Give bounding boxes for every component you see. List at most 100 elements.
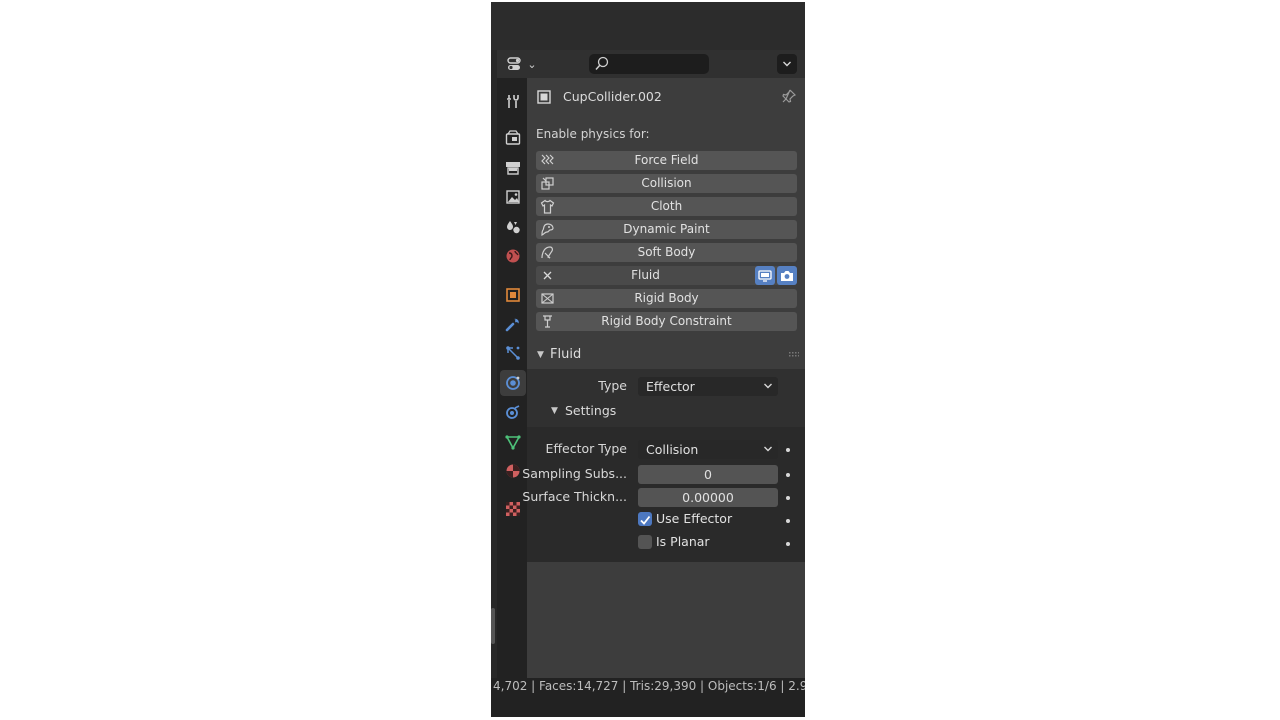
type-value: Effector: [646, 379, 695, 394]
tab-constraints[interactable]: [500, 399, 526, 425]
cloth-button[interactable]: Cloth: [536, 197, 797, 216]
physics-icon: [506, 376, 520, 390]
use-effector-label[interactable]: Use Effector: [656, 511, 732, 526]
effector-type-dropdown[interactable]: Collision: [638, 440, 778, 459]
view-layer-icon: [506, 190, 520, 204]
monitor-icon: [758, 269, 772, 282]
chevron-down-icon: [764, 446, 772, 452]
drag-handle-icon[interactable]: [789, 352, 799, 358]
pin-icon[interactable]: [781, 88, 797, 104]
rigid-body-constraint-label: Rigid Body Constraint: [601, 314, 732, 328]
type-label: Type: [598, 378, 627, 393]
properties-editor-icon: [507, 57, 522, 70]
fluid-visibility-toggles: [755, 266, 797, 285]
constraints-icon: [506, 405, 520, 419]
settings-subpanel-header[interactable]: ▼ Settings: [527, 399, 805, 427]
viewport-toggle[interactable]: [755, 266, 775, 285]
properties-header: ⌄: [497, 50, 805, 78]
material-icon: [506, 464, 520, 478]
object-context-row: CupCollider.002: [527, 78, 805, 116]
checkmark-icon: [640, 515, 651, 525]
chevron-down-icon: ⌄: [527, 57, 537, 71]
cloth-label: Cloth: [650, 199, 683, 213]
tab-tool[interactable]: [500, 88, 526, 114]
settings-title: Settings: [565, 403, 617, 418]
camera-icon: [781, 270, 793, 281]
tab-data[interactable]: [500, 429, 526, 455]
is-planar-checkbox[interactable]: [638, 535, 652, 549]
world-icon: [506, 249, 520, 263]
viewport-strip: [491, 2, 805, 50]
rigid-body-constraint-button[interactable]: Rigid Body Constraint: [536, 312, 797, 331]
tab-object[interactable]: [500, 282, 526, 308]
fluid-panel-title: Fluid: [550, 347, 582, 362]
options-dropdown-button[interactable]: [777, 54, 797, 74]
use-effector-checkbox[interactable]: [638, 512, 652, 526]
sampling-substeps-field[interactable]: 0: [638, 465, 778, 484]
keyframe-dot[interactable]: [786, 496, 790, 500]
object-name: CupCollider.002: [563, 89, 662, 104]
output-icon: [506, 162, 520, 175]
tool-icon: [507, 95, 519, 108]
collapse-triangle-icon: ▼: [551, 406, 558, 416]
status-bar: 4,702 | Faces:14,727 | Tris:29,390 | Obj…: [491, 678, 805, 717]
scene-icon: [507, 221, 520, 234]
effector-type-label: Effector Type: [545, 441, 627, 456]
effector-type-value: Collision: [646, 442, 699, 457]
collapse-triangle-icon: ▼: [537, 350, 544, 360]
enable-physics-label: Enable physics for:: [536, 127, 650, 141]
region-edge-handle[interactable]: [491, 608, 495, 644]
rigid-body-button[interactable]: Rigid Body: [536, 289, 797, 308]
render-toggle[interactable]: [777, 266, 797, 285]
force-field-button[interactable]: Force Field: [536, 151, 797, 170]
tab-scene[interactable]: [500, 214, 526, 240]
sampling-substeps-label: Sampling Subs...: [522, 466, 627, 481]
dynamic-paint-label: Dynamic Paint: [623, 222, 710, 236]
properties-editor: ⌄ CupCollider.002 Enable physics for: Fo…: [491, 2, 805, 717]
chevron-down-icon: [764, 383, 772, 389]
sampling-substeps-value: 0: [704, 467, 712, 482]
properties-tab-bar: [497, 78, 527, 678]
keyframe-dot[interactable]: [786, 448, 790, 452]
keyframe-dot[interactable]: [786, 473, 790, 477]
tab-world[interactable]: [500, 243, 526, 269]
tab-render[interactable]: [500, 125, 526, 151]
is-planar-label[interactable]: Is Planar: [656, 534, 710, 549]
type-dropdown[interactable]: Effector: [638, 377, 778, 396]
fluid-button[interactable]: Fluid: [536, 266, 797, 285]
object-icon: [537, 90, 551, 104]
search-icon: [595, 56, 609, 70]
soft-body-label: Soft Body: [637, 245, 696, 259]
chevron-down-icon: [783, 61, 791, 67]
dynamic-paint-button[interactable]: Dynamic Paint: [536, 220, 797, 239]
object-icon: [506, 288, 520, 302]
properties-content: CupCollider.002 Enable physics for: Forc…: [522, 78, 805, 678]
collision-button[interactable]: Collision: [536, 174, 797, 193]
render-icon: [505, 130, 521, 145]
fluid-panel-header[interactable]: ▼ Fluid: [527, 343, 805, 369]
keyframe-dot[interactable]: [786, 519, 790, 523]
fluid-panel-body: Type Effector ▼ Settings Effector Type C…: [522, 369, 805, 562]
search-input[interactable]: [589, 54, 709, 74]
surface-thickness-label: Surface Thickn...: [522, 489, 627, 504]
particles-icon: [506, 346, 520, 360]
wrench-icon: [505, 318, 519, 332]
settings-body: Effector Type Collision Sampling Subs...…: [522, 427, 805, 562]
mesh-data-icon: [505, 435, 521, 450]
surface-thickness-value: 0.00000: [682, 490, 734, 505]
rigid-body-label: Rigid Body: [634, 291, 699, 305]
fluid-label: Fluid: [631, 268, 660, 282]
editor-type-button[interactable]: ⌄: [503, 55, 541, 73]
tab-view-layer[interactable]: [500, 184, 526, 210]
force-field-label: Force Field: [634, 153, 699, 167]
keyframe-dot[interactable]: [786, 542, 790, 546]
scene-statistics: 4,702 | Faces:14,727 | Tris:29,390 | Obj…: [493, 679, 805, 693]
surface-thickness-field[interactable]: 0.00000: [638, 488, 778, 507]
tab-physics[interactable]: [500, 370, 526, 396]
texture-icon: [506, 502, 520, 516]
tab-modifiers[interactable]: [500, 311, 526, 337]
soft-body-button[interactable]: Soft Body: [536, 243, 797, 262]
tab-particles[interactable]: [500, 340, 526, 366]
collision-label: Collision: [641, 176, 692, 190]
tab-output[interactable]: [500, 155, 526, 181]
